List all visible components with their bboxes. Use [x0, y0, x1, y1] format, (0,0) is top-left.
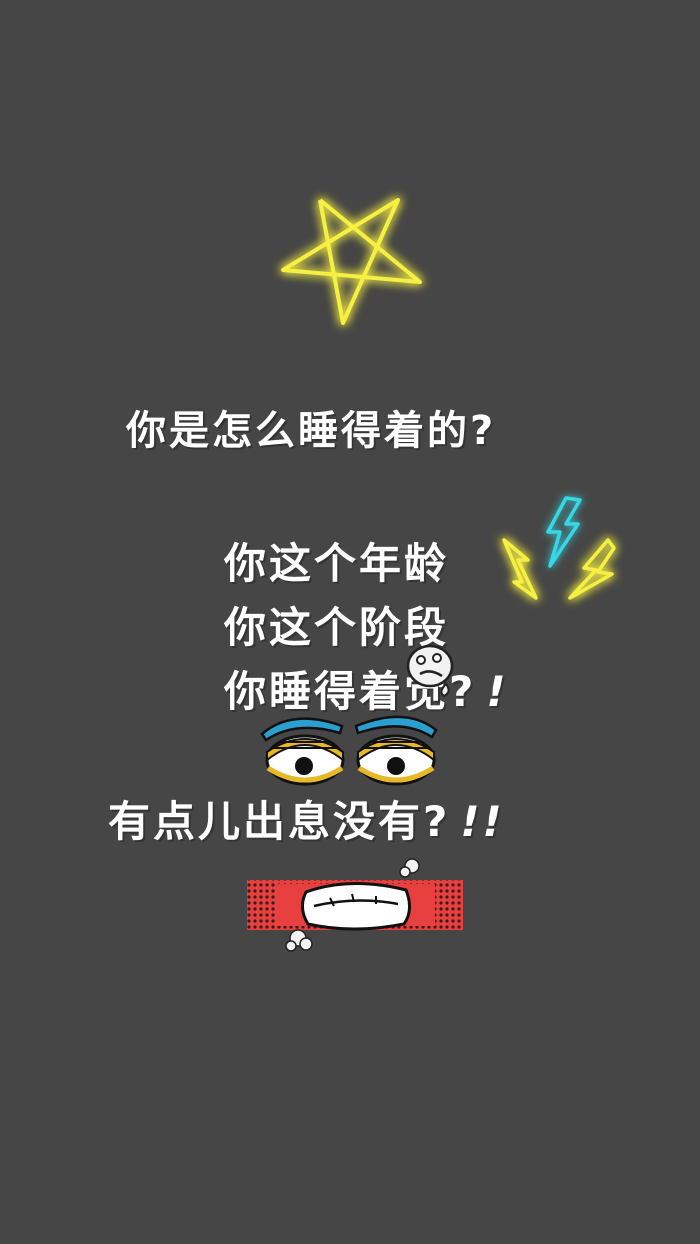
angry-mouth-icon: [247, 858, 463, 952]
